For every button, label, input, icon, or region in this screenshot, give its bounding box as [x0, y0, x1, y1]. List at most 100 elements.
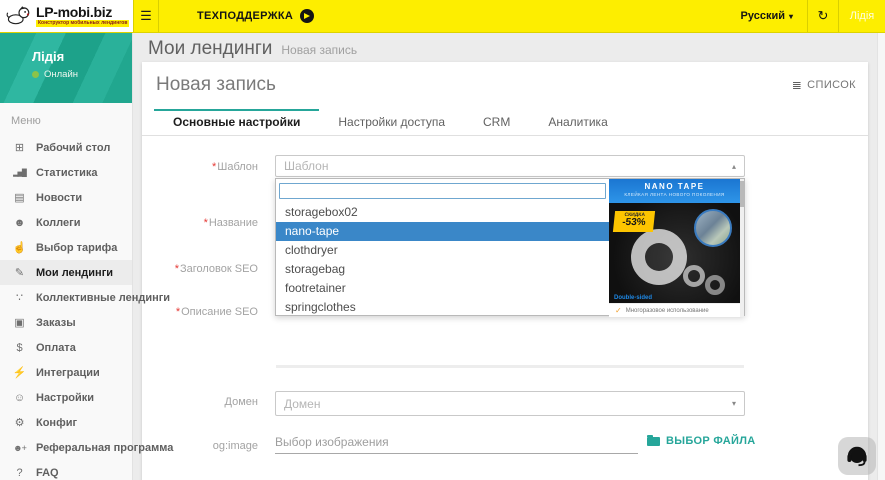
template-select[interactable]: Шаблон ▴	[275, 155, 745, 177]
preview-caption: Double-sided	[614, 295, 652, 301]
sidebar-item-referral[interactable]: ☻+Реферальная программа	[0, 435, 132, 460]
content-card: Новая запись ≣ СПИСОК Основные настройки…	[142, 62, 868, 480]
dashboard-icon: ⊞	[12, 141, 27, 154]
support-chat-button[interactable]	[838, 437, 876, 475]
preview-feature-row: ✓ Многоразовое использование	[609, 303, 740, 317]
hamburger-menu-icon[interactable]: ☰	[134, 0, 158, 32]
dropdown-option[interactable]: springclothes	[276, 298, 611, 317]
chevron-down-icon: ▾	[732, 399, 736, 408]
user-menu[interactable]: Лідія	[839, 0, 885, 32]
card-title: Новая запись	[156, 74, 276, 96]
chevron-up-icon: ▴	[732, 162, 736, 171]
seo-description-field-label: *Описание SEO	[150, 306, 258, 318]
tape-roll-graphic	[631, 229, 687, 285]
sidebar-user-status: Онлайн	[32, 69, 124, 80]
sidebar-item-colleagues[interactable]: ☻Коллеги	[0, 210, 132, 235]
og-image-input[interactable]	[275, 430, 638, 454]
dropdown-option[interactable]: storagebag	[276, 260, 611, 279]
sidebar-item-dashboard[interactable]: ⊞ Рабочий стол	[0, 135, 132, 160]
list-button[interactable]: ≣ СПИСОК	[792, 78, 856, 92]
preview-feature-text: Многоразовое использование	[626, 308, 709, 314]
list-icon: ≣	[792, 78, 802, 92]
referral-icon: ☻+	[12, 443, 27, 453]
support-label: ТЕХПОДДЕРЖКА	[197, 10, 293, 22]
check-icon: ✓	[615, 306, 622, 315]
tab-bar: Основные настройки Настройки доступа CRM…	[142, 110, 868, 136]
sidebar-item-config[interactable]: ⚙Конфиг	[0, 410, 132, 435]
sidebar-user-name: Лідія	[32, 49, 124, 64]
page-scrollbar[interactable]	[877, 33, 885, 480]
preview-scrollbar-thumb[interactable]	[740, 181, 744, 207]
sidebar-item-statistics[interactable]: ▂▅█Статистика	[0, 160, 132, 185]
dropdown-option[interactable]: storagebox02	[276, 203, 611, 222]
orders-cart-icon: ▣	[12, 316, 27, 329]
breadcrumb: Мои лендинги Новая запись	[148, 38, 357, 60]
colleagues-icon: ☻	[12, 217, 27, 229]
name-field-label: *Название	[150, 217, 258, 229]
template-preview-image: NANO TAPE КЛЕЙКАЯ ЛЕНТА НОВОГО ПОКОЛЕНИЯ…	[609, 179, 740, 317]
required-asterisk: *	[212, 161, 216, 173]
sidebar-item-label: FAQ	[36, 467, 59, 479]
discount-badge: СКИДКА -53%	[613, 211, 655, 232]
sidebar-item-label: Рабочий стол	[36, 142, 110, 154]
choose-file-button[interactable]: ВЫБОР ФАЙЛА	[647, 435, 756, 447]
sidebar: Лідія Онлайн Меню ⊞ Рабочий стол ▂▅█Стати…	[0, 33, 133, 480]
sidebar-item-faq[interactable]: ? FAQ	[0, 460, 132, 480]
sidebar-user-panel: Лідія Онлайн	[0, 33, 132, 103]
tariff-icon: ☝	[12, 241, 27, 254]
chevron-down-icon: ▾	[789, 12, 793, 21]
seo-title-field-label: *Заголовок SEO	[150, 263, 258, 275]
page-subtitle: Новая запись	[281, 43, 357, 57]
preview-inset-photo	[694, 209, 732, 247]
tab-analytics[interactable]: Аналитика	[529, 110, 626, 135]
sidebar-item-label: Реферальная программа	[36, 442, 173, 454]
settings-icon: ☺	[12, 392, 27, 404]
sidebar-item-integrations[interactable]: ⚡Интеграции	[0, 360, 132, 385]
dog-logo-icon	[6, 5, 32, 27]
language-dropdown[interactable]: Русский ▾	[727, 0, 807, 32]
list-button-label: СПИСОК	[807, 79, 856, 91]
config-gear-icon: ⚙	[12, 416, 27, 429]
domain-field-label: Домен	[150, 396, 258, 408]
headset-icon	[845, 444, 869, 468]
sidebar-menu-label: Меню	[0, 103, 132, 135]
dropdown-search-input[interactable]	[279, 183, 606, 199]
faq-icon: ?	[12, 467, 27, 479]
dropdown-option-highlighted[interactable]: nano-tape	[276, 222, 611, 241]
sidebar-item-label: Выбор тарифа	[36, 242, 117, 254]
preview-product-area: СКИДКА -53% Double-sided	[609, 203, 740, 303]
support-button[interactable]: ТЕХПОДДЕРЖКА	[159, 0, 336, 32]
sidebar-item-label: Мои лендинги	[36, 267, 113, 279]
sidebar-item-label: Коллективные лендинги	[36, 292, 170, 304]
sidebar-item-collective-landings[interactable]: ∵Коллективные лендинги	[0, 285, 132, 310]
language-label: Русский	[741, 10, 785, 22]
sidebar-item-news[interactable]: ▤Новости	[0, 185, 132, 210]
my-landings-icon: ✎	[12, 266, 27, 279]
domain-select[interactable]: Домен ▾	[275, 391, 745, 416]
tab-crm[interactable]: CRM	[464, 110, 529, 135]
sidebar-item-label: Настройки	[36, 392, 94, 404]
required-asterisk: *	[175, 263, 179, 275]
online-status-label: Онлайн	[44, 69, 78, 80]
sidebar-item-my-landings[interactable]: ✎ Мои лендинги	[0, 260, 132, 285]
brand-logo[interactable]: LP-mobi.biz Конструктор мобильных лендин…	[0, 0, 133, 32]
choose-file-label: ВЫБОР ФАЙЛА	[666, 435, 756, 447]
dropdown-option[interactable]: footretainer	[276, 279, 611, 298]
sidebar-item-orders[interactable]: ▣ Заказы	[0, 310, 132, 335]
sidebar-item-payment[interactable]: $Оплата	[0, 335, 132, 360]
folder-icon	[647, 437, 660, 446]
tab-access-settings[interactable]: Настройки доступа	[319, 110, 464, 135]
section-divider	[276, 365, 744, 368]
app-screen: LP-mobi.biz Конструктор мобильных лендин…	[0, 0, 885, 480]
tab-main-settings[interactable]: Основные настройки	[154, 110, 319, 135]
dropdown-option[interactable]: clothdryer	[276, 241, 611, 260]
refresh-icon[interactable]: ↻	[808, 0, 838, 32]
template-dropdown-panel: storagebox02 nano-tape clothdryer storag…	[275, 178, 745, 316]
preview-scrollbar-track	[740, 179, 744, 317]
discount-badge-value: -53%	[613, 218, 654, 228]
sidebar-item-label: Заказы	[36, 317, 76, 329]
sidebar-item-settings[interactable]: ☺ Настройки	[0, 385, 132, 410]
sidebar-item-tariff[interactable]: ☝ Выбор тарифа	[0, 235, 132, 260]
tape-strip-graphic	[705, 275, 725, 295]
integrations-icon: ⚡	[12, 366, 27, 379]
